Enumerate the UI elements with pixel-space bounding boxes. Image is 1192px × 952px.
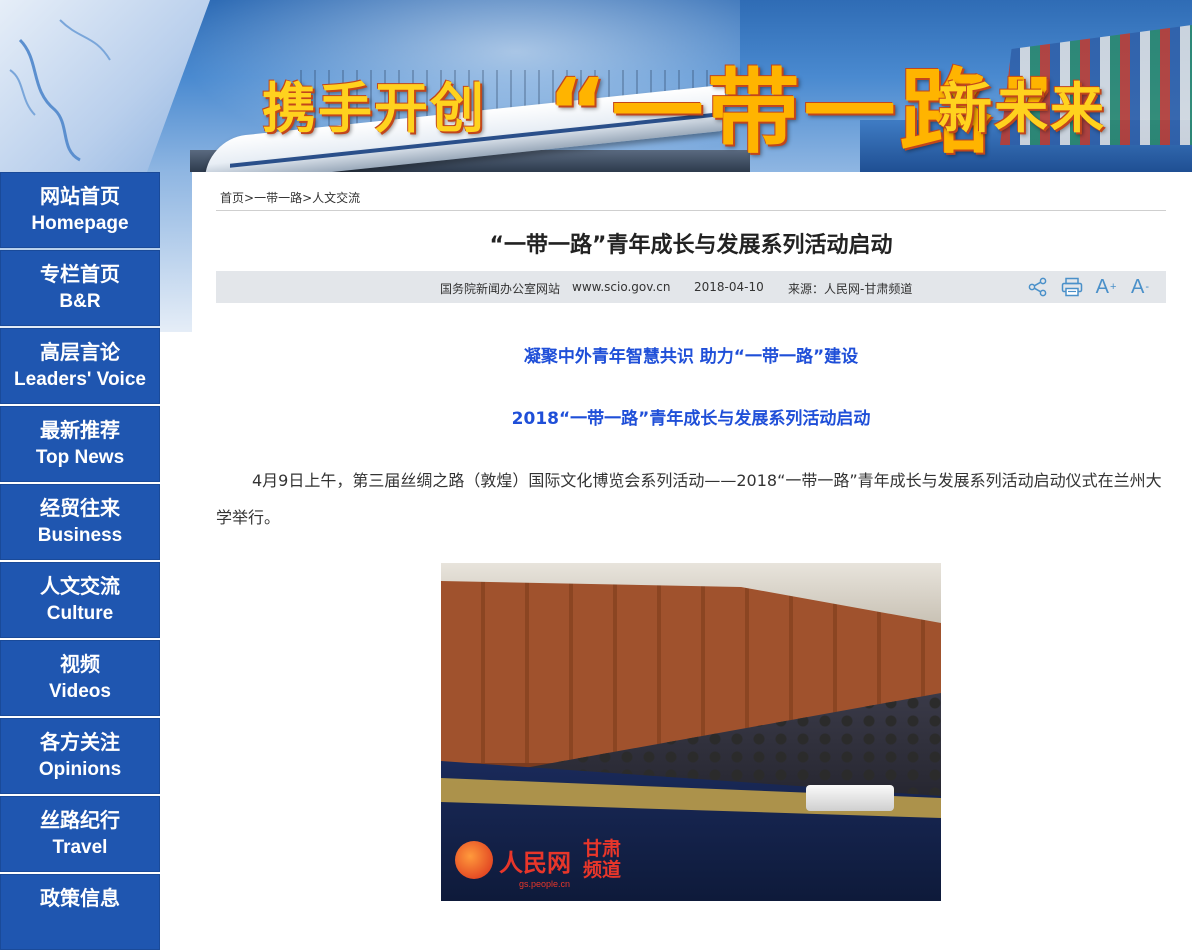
nav-label-cn: 人文交流: [40, 574, 120, 598]
nav-label-en: Homepage: [31, 213, 129, 234]
print-icon[interactable]: [1060, 275, 1084, 299]
nav-label-en: Business: [37, 525, 123, 546]
watermark-channel-line2: 频道: [583, 859, 622, 881]
slogan-part1: 携手开创: [262, 77, 486, 140]
sidebar-item-leaders-voice[interactable]: 高层言论 Leaders' Voice: [0, 328, 160, 404]
font-increase-letter: A: [1095, 275, 1109, 298]
breadcrumb-section[interactable]: 一带一路: [254, 191, 302, 205]
meta-publisher: 国务院新闻办公室网站: [440, 282, 561, 296]
nav-label-en: Travel: [52, 837, 108, 858]
header-banner: 携手开创 “一带一路” 新未来: [0, 0, 1192, 172]
article-subhead-1: 凝聚中外青年智慧共识 助力“一带一路”建设: [523, 347, 859, 367]
meta-date: 2018-04-10: [694, 280, 764, 294]
sidebar-item-culture[interactable]: 人文交流 Culture: [0, 562, 160, 638]
sidebar-nav: 网站首页 Homepage 专栏首页 B&R 高层言论 Leaders' Voi…: [0, 172, 162, 952]
banner-map-graphic: [0, 0, 210, 172]
article-meta-bar: 国务院新闻办公室网站 www.scio.gov.cn 2018-04-10 来源…: [216, 271, 1166, 303]
sidebar-item-videos[interactable]: 视频 Videos: [0, 640, 160, 716]
sidebar-item-top-news[interactable]: 最新推荐 Top News: [0, 406, 160, 482]
sidebar-item-business[interactable]: 经贸往来 Business: [0, 484, 160, 560]
sidebar-item-homepage[interactable]: 网站首页 Homepage: [0, 172, 160, 248]
breadcrumb: 首页>一带一路>人文交流: [220, 189, 360, 206]
nav-label-cn: 网站首页: [40, 184, 120, 208]
nav-label-cn: 视频: [60, 652, 100, 676]
watermark-channel: 甘肃 频道: [583, 839, 621, 881]
breadcrumb-home[interactable]: 首页: [220, 191, 244, 205]
font-decrease-sign: -: [1145, 281, 1149, 293]
nav-label-cn: 高层言论: [40, 340, 120, 364]
nav-label-en: Videos: [49, 681, 111, 702]
font-decrease-letter: A: [1130, 275, 1145, 298]
nav-label-en: Culture: [46, 603, 114, 624]
people-logo-icon: [455, 841, 493, 879]
nav-label-cn: 政策信息: [40, 886, 120, 910]
meta-source: 来源：人民网-甘肃频道: [788, 282, 913, 296]
watermark-logo-text: 人民网: [499, 847, 571, 877]
font-increase-icon[interactable]: A +: [1094, 275, 1118, 299]
sidebar-item-travel[interactable]: 丝路纪行 Travel: [0, 796, 160, 872]
article-content: 首页>一带一路>人文交流 “一带一路”青年成长与发展系列活动启动 国务院新闻办公…: [192, 172, 1192, 901]
article-toolbar: A + A-: [1026, 275, 1152, 299]
breadcrumb-current[interactable]: 人文交流: [312, 191, 360, 205]
article-photo: 人民网 gs.people.cn 甘肃 频道: [441, 563, 941, 901]
sidebar-item-policy[interactable]: 政策信息: [0, 874, 160, 950]
watermark-channel-line1: 甘肃: [583, 838, 622, 860]
article-subhead-2: 2018“一带一路”青年成长与发展系列活动启动: [511, 409, 871, 429]
photo-watermark: 人民网 gs.people.cn 甘肃 频道: [455, 839, 621, 889]
nav-label-cn: 专栏首页: [40, 262, 120, 286]
sidebar-item-opinions[interactable]: 各方关注 Opinions: [0, 718, 160, 794]
nav-label-cn: 丝路纪行: [40, 808, 120, 832]
font-decrease-icon[interactable]: A-: [1128, 275, 1152, 299]
nav-label-en: Leaders' Voice: [14, 369, 146, 390]
sidebar-item-br[interactable]: 专栏首页 B&R: [0, 250, 160, 326]
nav-label-en: B&R: [59, 291, 101, 312]
breadcrumb-separator: >: [302, 191, 313, 205]
meta-site-link[interactable]: www.scio.gov.cn: [572, 280, 670, 294]
photo-projector: [806, 785, 894, 811]
nav-label-cn: 最新推荐: [40, 418, 120, 442]
breadcrumb-separator: >: [244, 191, 255, 205]
article-paragraph: 4月9日上午，第三届丝绸之路（敦煌）国际文化博览会系列活动——2018“一带一路…: [216, 471, 1162, 527]
font-increase-sign: +: [1109, 281, 1117, 293]
nav-label-en: Top News: [35, 447, 125, 468]
nav-label-cn: 各方关注: [40, 730, 120, 754]
breadcrumb-divider: [216, 210, 1166, 211]
article-title: “一带一路”青年成长与发展系列活动启动: [489, 233, 893, 258]
slogan-part3: 新未来: [938, 77, 1106, 140]
nav-label-cn: 经贸往来: [40, 496, 120, 520]
share-icon[interactable]: [1026, 275, 1050, 299]
watermark-domain: gs.people.cn: [519, 879, 571, 889]
nav-label-en: Opinions: [38, 759, 122, 780]
